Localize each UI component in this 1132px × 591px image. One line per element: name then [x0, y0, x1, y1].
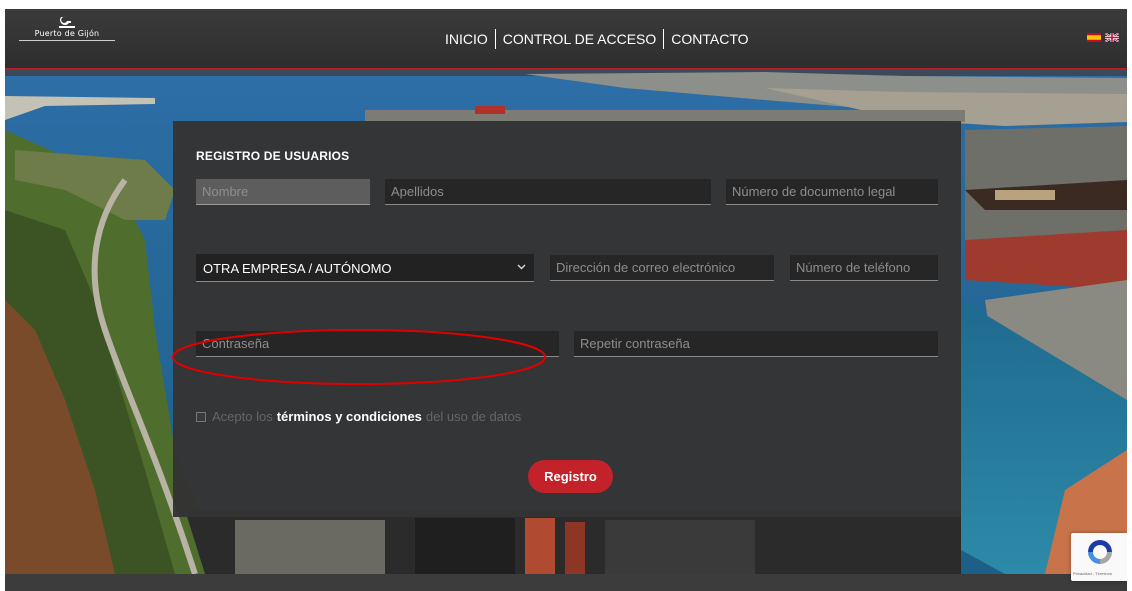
empresa-select-value: OTRA EMPRESA / AUTÓNOMO — [203, 261, 392, 276]
recaptcha-icon — [1088, 540, 1112, 564]
nav-contacto[interactable]: CONTACTO — [664, 31, 755, 47]
page: Puerto de Gijón INICIO CONTROL DE ACCESO… — [5, 9, 1127, 591]
registration-panel: REGISTRO DE USUARIOS OTRA EMPRESA / AUTÓ… — [173, 121, 961, 517]
email-input[interactable] — [550, 255, 774, 281]
nombre-input[interactable] — [196, 179, 370, 205]
documento-input[interactable] — [726, 179, 938, 205]
puerto-gijon-logo[interactable]: Puerto de Gijón — [17, 15, 117, 61]
page-scrollbar[interactable] — [1127, 9, 1132, 591]
terms-prefix: Acepto los — [212, 409, 273, 424]
logo-text: Puerto de Gijón — [34, 29, 100, 38]
telefono-input[interactable] — [790, 255, 938, 281]
terms-link[interactable]: términos y condiciones — [277, 409, 422, 424]
terms-row: Acepto los términos y condiciones del us… — [196, 409, 521, 424]
language-switcher — [1087, 33, 1119, 42]
recaptcha-badge[interactable]: Privacidad - Términos — [1071, 533, 1127, 581]
apellidos-input[interactable] — [385, 179, 711, 205]
logo-divider — [19, 40, 115, 41]
anchor-wave-icon — [59, 16, 75, 28]
empresa-select[interactable]: OTRA EMPRESA / AUTÓNOMO — [196, 254, 534, 282]
form-title: REGISTRO DE USUARIOS — [196, 149, 350, 163]
page-footer — [5, 574, 1127, 591]
password-repeat-input[interactable] — [574, 331, 938, 357]
nav-control-acceso[interactable]: CONTROL DE ACCESO — [496, 31, 664, 47]
terms-suffix: del uso de datos — [425, 409, 522, 424]
recaptcha-terms[interactable]: Privacidad - Términos — [1073, 571, 1112, 576]
site-header: Puerto de Gijón INICIO CONTROL DE ACCESO… — [5, 9, 1127, 70]
password-input[interactable] — [196, 331, 559, 357]
spain-flag-icon[interactable] — [1087, 33, 1101, 42]
main-nav: INICIO CONTROL DE ACCESO CONTACTO — [445, 29, 756, 49]
registro-button[interactable]: Registro — [528, 460, 613, 493]
nav-inicio[interactable]: INICIO — [445, 31, 495, 47]
chevron-down-icon — [517, 264, 526, 270]
uk-flag-icon[interactable] — [1105, 33, 1119, 42]
terms-checkbox[interactable] — [196, 411, 206, 422]
